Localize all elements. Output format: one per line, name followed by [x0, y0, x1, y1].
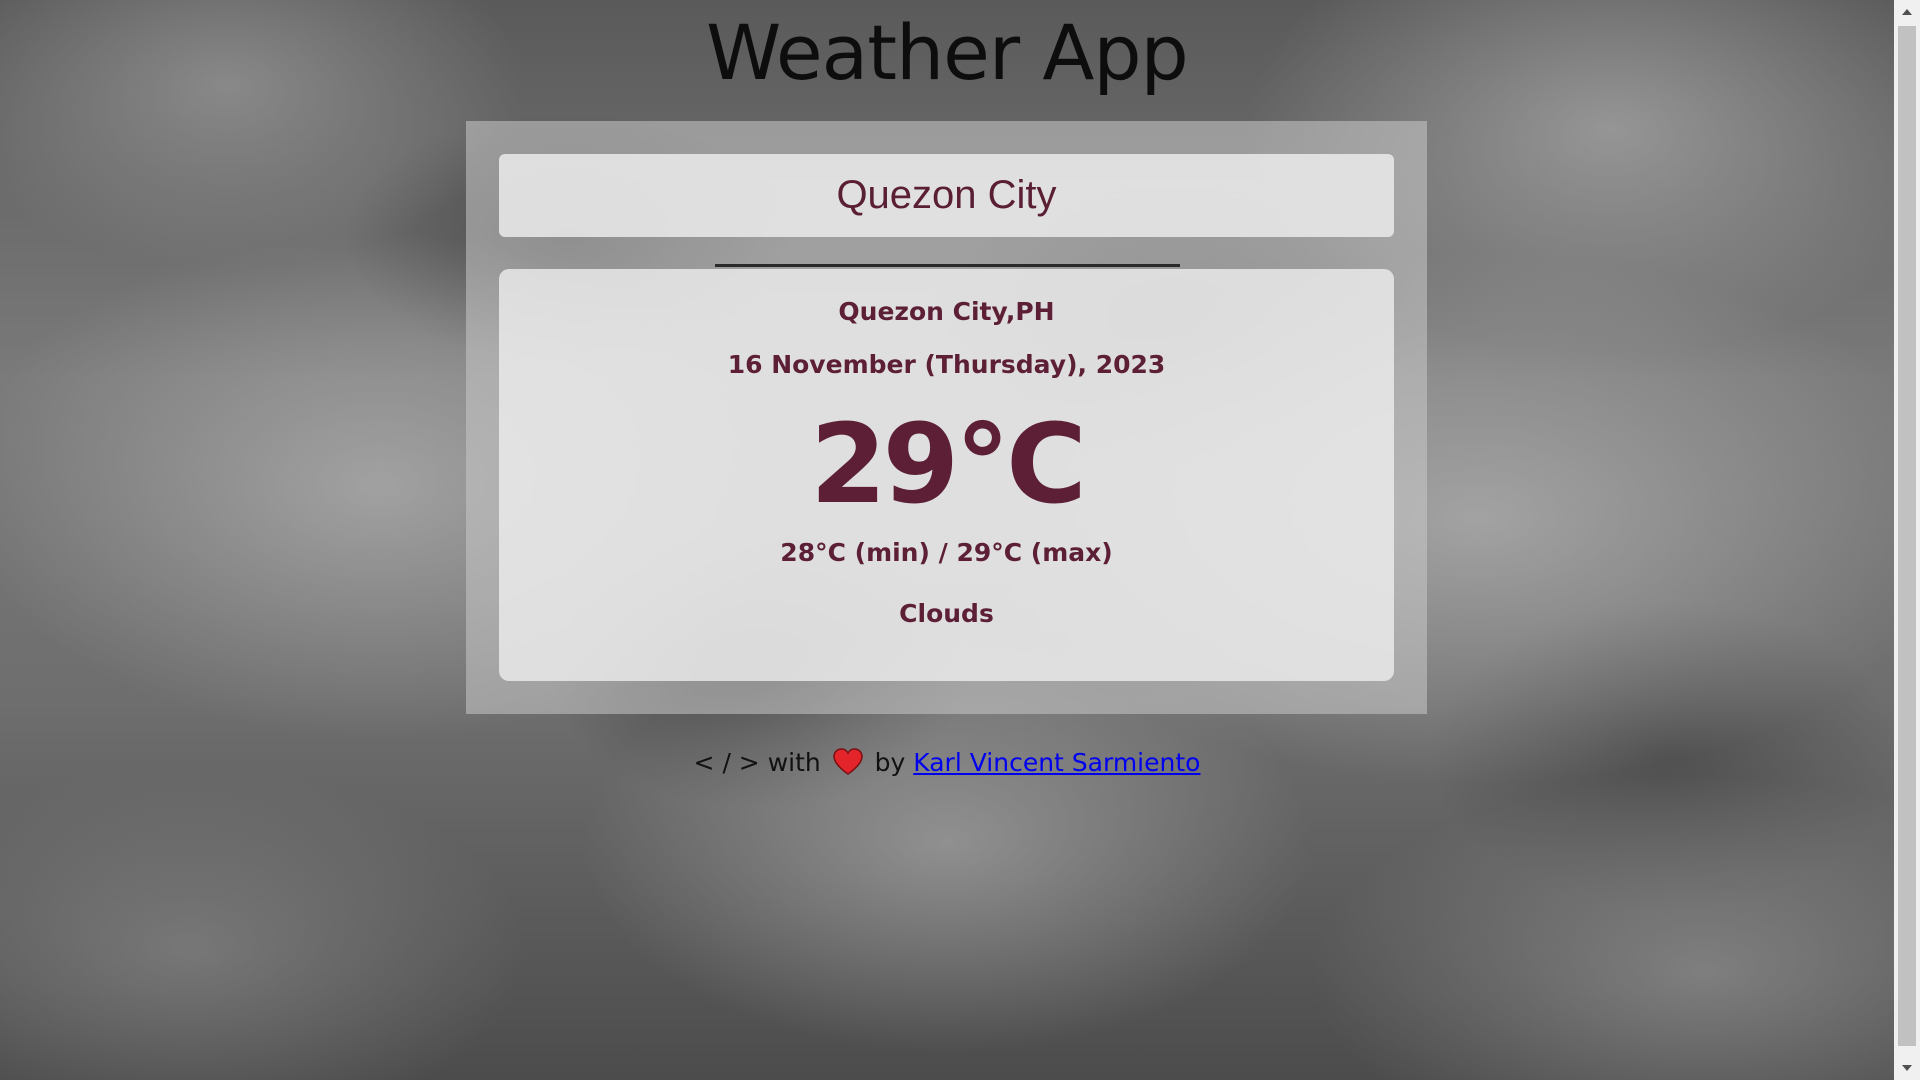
current-temperature: 29°C — [810, 400, 1087, 528]
page-background: Weather App Quezon City,PH 16 November (… — [0, 0, 1894, 1080]
weather-card: Quezon City,PH 16 November (Thursday), 2… — [466, 121, 1427, 714]
app-title: Weather App — [706, 8, 1189, 97]
date-label: 16 November (Thursday), 2023 — [727, 350, 1166, 379]
min-max-temperature: 28°C (min) / 29°C (max) — [780, 538, 1113, 567]
scroll-up-arrow-icon[interactable] — [1894, 0, 1920, 24]
footer-by: by — [874, 748, 906, 777]
weather-condition: Clouds — [899, 599, 994, 628]
scroll-down-arrow-icon[interactable] — [1894, 1056, 1920, 1080]
scrollbar-thumb[interactable] — [1898, 26, 1916, 1046]
weather-info-panel: Quezon City,PH 16 November (Thursday), 2… — [499, 269, 1394, 681]
author-link[interactable]: Karl Vincent Sarmiento — [913, 748, 1200, 777]
location-label: Quezon City,PH — [838, 297, 1055, 326]
heart-icon — [832, 748, 863, 781]
city-search-input[interactable] — [499, 154, 1394, 237]
footer-prefix: < / > with — [693, 748, 821, 777]
divider — [715, 264, 1180, 267]
vertical-scrollbar[interactable] — [1894, 0, 1920, 1080]
footer: < / > with by Karl Vincent Sarmiento — [0, 748, 1894, 781]
